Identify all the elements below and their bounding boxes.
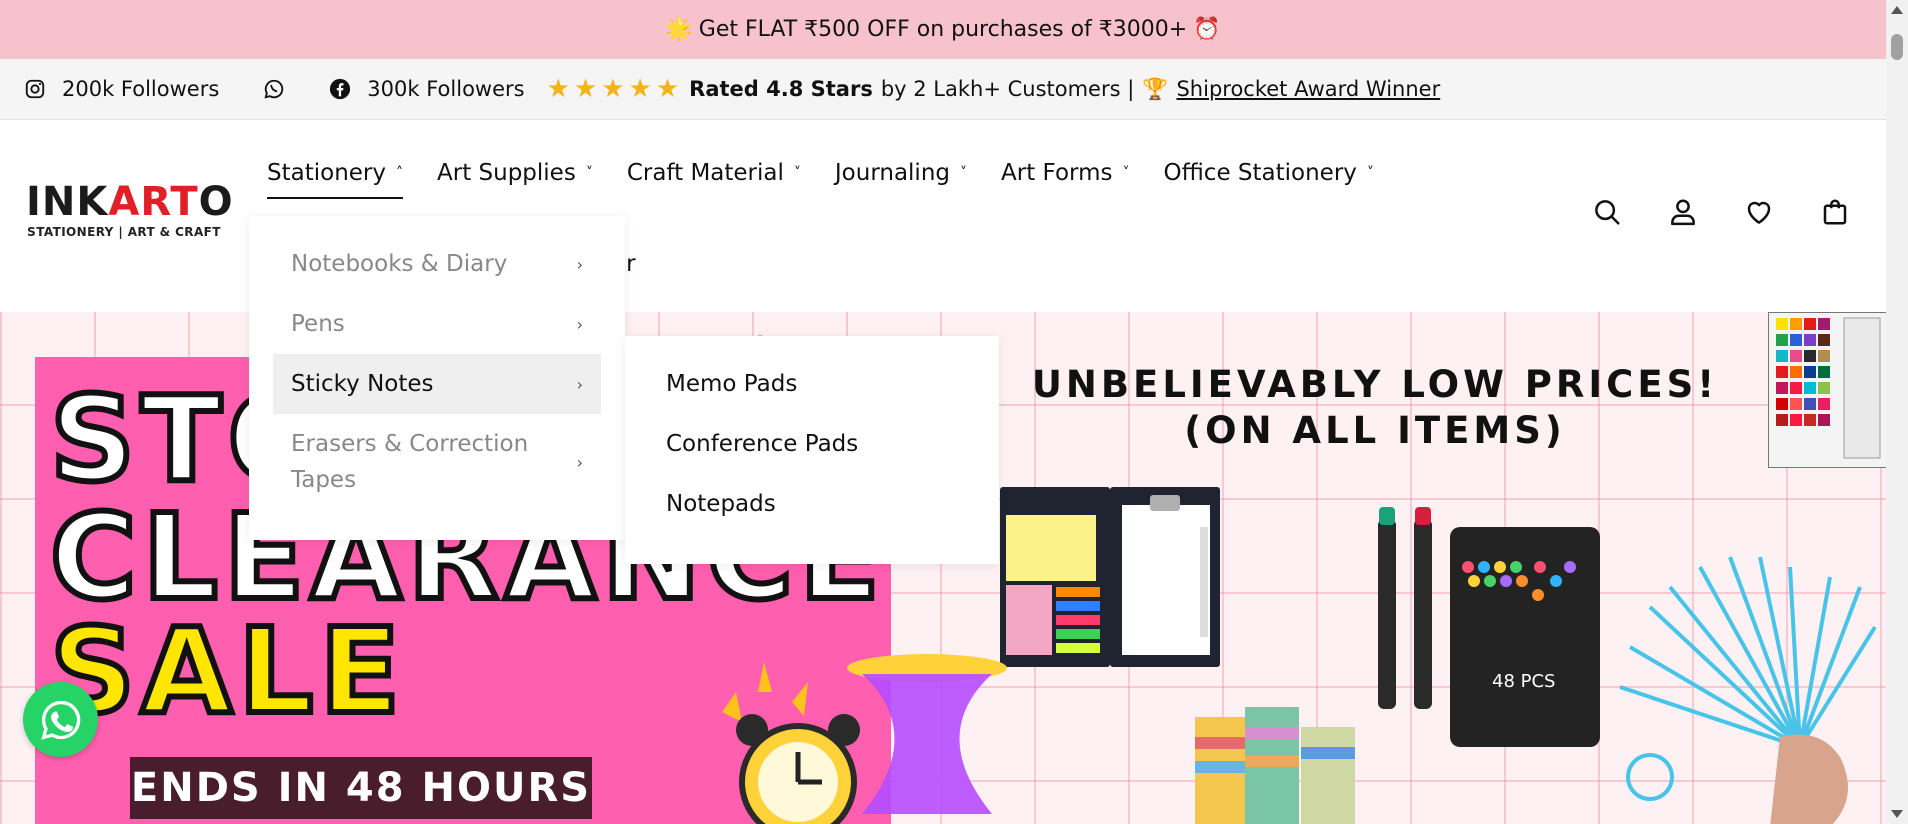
facebook-icon [329, 78, 351, 100]
chevron-up-icon: ˄ [396, 165, 403, 181]
dropdown-item-pens[interactable]: Pens › [273, 294, 601, 354]
dropdown-item-erasers[interactable]: Erasers & Correction Tapes › [273, 414, 601, 510]
chevron-down-icon: ˅ [1366, 165, 1374, 181]
facebook-followers: 300k Followers [367, 77, 525, 101]
chevron-right-icon: › [576, 374, 583, 394]
nav-stationery[interactable]: Stationery ˄ [267, 151, 403, 199]
star-icon: ★ [655, 74, 680, 104]
star-emoji-icon: 🌟 [665, 17, 693, 42]
dropdown-label: Pens [291, 311, 345, 337]
account-icon[interactable] [1668, 197, 1698, 227]
submenu-item-conference-pads[interactable]: Conference Pads [625, 414, 999, 474]
award-link[interactable]: Shiprocket Award Winner [1176, 77, 1440, 101]
scroll-down-arrow-icon[interactable] [1891, 810, 1903, 818]
nav-label: Office Stationery [1163, 160, 1357, 186]
submenu-item-memo-pads[interactable]: Memo Pads [625, 354, 999, 414]
facebook-link[interactable]: 300k Followers [329, 77, 525, 101]
inkarto-logo[interactable]: INKARTO STATIONERY | ART & CRAFT [26, 179, 234, 239]
chevron-right-icon: › [576, 254, 583, 274]
rating-value: Rated 4.8 Stars [689, 77, 873, 101]
announcement-text: Get FLAT ₹500 OFF on purchases of ₹3000+ [698, 17, 1188, 42]
hero-headline: UNBELIEVABLY LOW PRICES! (ON ALL ITEMS) [1010, 362, 1740, 454]
star-icon: ★ [573, 74, 598, 104]
marker-set-image: 48 PCS [1378, 507, 1600, 747]
rating-customers: by 2 Lakh+ Customers | [880, 77, 1135, 101]
main-nav: Stationery ˄ Art Supplies ˅ Craft Materi… [267, 151, 1408, 199]
headline-line2: (ON ALL ITEMS) [1184, 409, 1566, 452]
page-scrollbar[interactable] [1886, 0, 1908, 824]
sticky-note-folder-image [1000, 487, 1220, 667]
logo-tagline: STATIONERY | ART & CRAFT [27, 225, 221, 239]
sale-line3: SALE [47, 602, 407, 740]
dropdown-label: Sticky Notes [291, 371, 434, 397]
submenu-item-notepads[interactable]: Notepads [625, 474, 999, 534]
nav-journaling[interactable]: Journaling ˅ [835, 151, 967, 195]
star-icon: ★ [546, 74, 570, 104]
rating-stars: ★ ★ ★ ★ ★ [547, 76, 680, 102]
instagram-link[interactable]: 200k Followers [24, 77, 219, 101]
stationery-dropdown: Notebooks & Diary › Pens › Sticky Notes … [249, 216, 625, 540]
sticky-notes-submenu: Memo Pads Conference Pads Notepads [625, 336, 999, 564]
nav-art-forms[interactable]: Art Forms ˅ [1001, 151, 1129, 195]
scroll-up-arrow-icon[interactable] [1891, 6, 1903, 14]
header-icons [1592, 197, 1850, 227]
scroll-thumb[interactable] [1891, 34, 1903, 60]
whatsapp-icon [40, 700, 80, 740]
logo-wordmark: INKARTO [26, 179, 234, 225]
chevron-down-icon: ˅ [1122, 165, 1130, 181]
star-icon: ★ [601, 74, 625, 104]
ends-in-banner: ENDS IN 48 HOURS [130, 757, 592, 819]
trophy-emoji-icon: 🏆 [1142, 76, 1169, 101]
cart-bag-icon[interactable] [1820, 197, 1850, 227]
chevron-right-icon: › [576, 452, 583, 472]
chevron-down-icon: ˅ [585, 165, 593, 181]
chevron-down-icon: ˅ [960, 165, 968, 181]
nav-office-stationery[interactable]: Office Stationery ˅ [1163, 151, 1373, 195]
instagram-followers: 200k Followers [62, 77, 220, 101]
nav-craft-material[interactable]: Craft Material ˅ [627, 151, 801, 195]
whatsapp-chat-button[interactable] [23, 682, 98, 757]
marker-box-label: 48 PCS [1492, 671, 1555, 692]
headline-line1: UNBELIEVABLY LOW PRICES! [1031, 363, 1719, 406]
social-rating-bar: 200k Followers 300k Followers ★ ★ ★ ★ ★ … [0, 59, 1886, 120]
nav-label: Stationery [267, 160, 386, 186]
washi-tape-image [1195, 707, 1355, 824]
dropdown-label: Notebooks & Diary [291, 251, 508, 277]
whatsapp-small-icon[interactable] [263, 78, 285, 100]
search-icon[interactable] [1592, 197, 1622, 227]
star-icon: ★ [628, 74, 652, 104]
alarm-clock-emoji-icon: ⏰ [1193, 17, 1221, 42]
dropdown-label: Erasers & Correction Tapes [291, 431, 529, 493]
wishlist-heart-icon[interactable] [1744, 197, 1774, 227]
chevron-right-icon: › [576, 314, 583, 334]
chevron-down-icon: ˅ [793, 165, 801, 181]
pipe-cleaner-image [1619, 556, 1877, 824]
clock-hourglass-image [722, 654, 1007, 824]
instagram-icon [24, 78, 46, 100]
watercolor-palette-image [1768, 312, 1886, 468]
dropdown-item-sticky-notes[interactable]: Sticky Notes › [273, 354, 601, 414]
nav-label: Art Supplies [437, 160, 576, 186]
nav-label: Art Forms [1001, 160, 1113, 186]
nav-label: Journaling [834, 160, 951, 186]
nav-art-supplies[interactable]: Art Supplies ˅ [437, 151, 593, 195]
nav-label: Craft Material [626, 160, 784, 186]
announcement-bar: 🌟 Get FLAT ₹500 OFF on purchases of ₹300… [0, 0, 1886, 59]
dropdown-item-notebooks[interactable]: Notebooks & Diary › [273, 234, 601, 294]
